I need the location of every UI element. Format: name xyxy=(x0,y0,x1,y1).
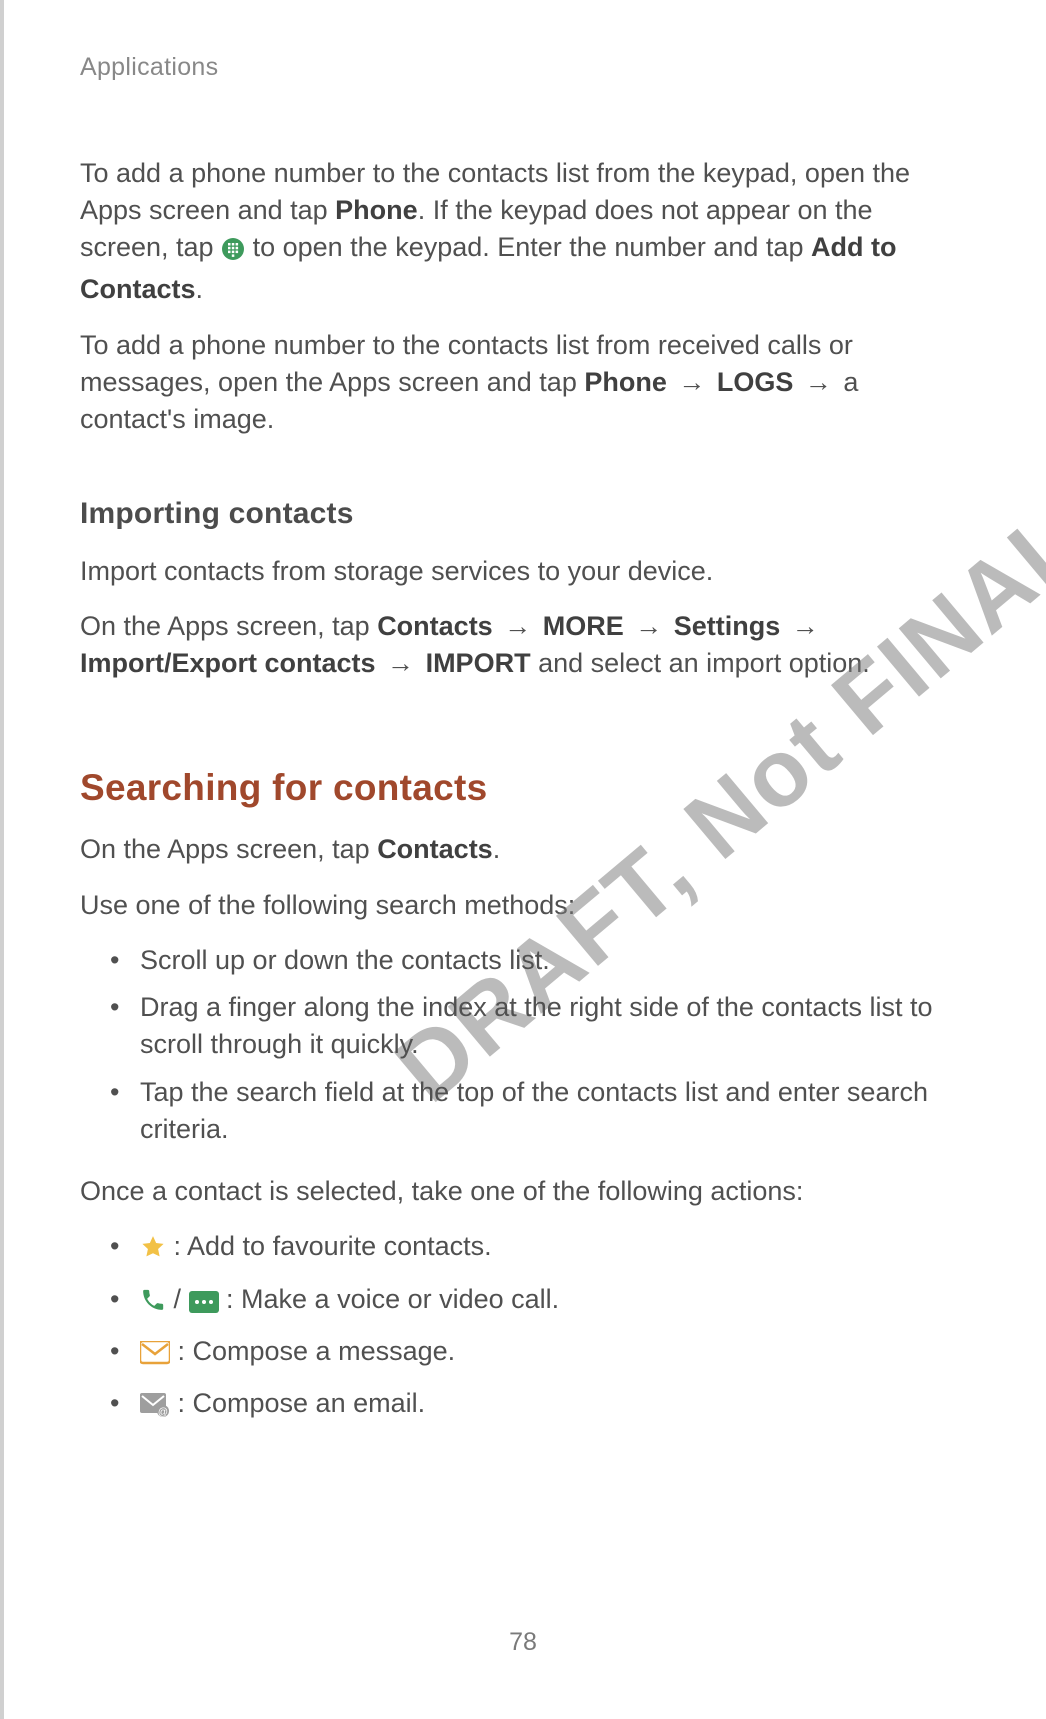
bold-settings: Settings xyxy=(674,611,781,641)
page-header: Applications xyxy=(80,50,966,85)
paragraph-actions-intro: Once a contact is selected, take one of … xyxy=(80,1173,966,1210)
video-icon xyxy=(189,1286,219,1323)
list-item: Tap the search field at the top of the c… xyxy=(110,1074,966,1149)
message-icon xyxy=(140,1338,170,1375)
text: and select an import option. xyxy=(531,648,870,678)
list-item: : Add to favourite contacts. xyxy=(110,1228,966,1270)
star-icon xyxy=(140,1233,166,1270)
arrow-icon: → xyxy=(793,367,843,397)
email-icon: @ xyxy=(140,1390,170,1427)
heading-searching-contacts: Searching for contacts xyxy=(80,762,966,813)
contact-actions-list: : Add to favourite contacts. / : Make a … xyxy=(80,1228,966,1427)
text: Drag a finger along the index at the rig… xyxy=(140,992,932,1059)
bold-phone: Phone xyxy=(335,195,418,225)
text: : Compose a message. xyxy=(170,1336,455,1366)
bold-import-export: Import/Export contacts xyxy=(80,648,376,678)
text: . xyxy=(493,834,501,864)
text: / xyxy=(166,1284,189,1314)
list-item: Drag a finger along the index at the rig… xyxy=(110,989,966,1064)
page-number: 78 xyxy=(0,1625,1046,1660)
paragraph-import-steps: On the Apps screen, tap Contacts → MORE … xyxy=(80,608,966,683)
arrow-icon: → xyxy=(493,611,543,641)
text: On the Apps screen, tap xyxy=(80,611,377,641)
list-item: @ : Compose an email. xyxy=(110,1385,966,1427)
bold-contacts: Contacts xyxy=(377,834,493,864)
heading-importing-contacts: Importing contacts xyxy=(80,493,966,534)
list-item: Scroll up or down the contacts list. xyxy=(110,942,966,979)
page-left-border xyxy=(0,0,4,1719)
paragraph-import-intro: Import contacts from storage services to… xyxy=(80,553,966,590)
search-methods-list: Scroll up or down the contacts list. Dra… xyxy=(80,942,966,1148)
list-item: / : Make a voice or video call. xyxy=(110,1281,966,1323)
text: Tap the search field at the top of the c… xyxy=(140,1077,928,1144)
text: . xyxy=(196,274,204,304)
text: : Compose an email. xyxy=(170,1388,425,1418)
text: On the Apps screen, tap xyxy=(80,834,377,864)
bold-more: MORE xyxy=(543,611,624,641)
paragraph-search-methods-intro: Use one of the following search methods: xyxy=(80,887,966,924)
paragraph-search-open: On the Apps screen, tap Contacts. xyxy=(80,831,966,868)
paragraph-add-from-keypad: To add a phone number to the contacts li… xyxy=(80,155,966,309)
arrow-icon: → xyxy=(376,648,426,678)
list-item: : Compose a message. xyxy=(110,1333,966,1375)
text: Scroll up or down the contacts list. xyxy=(140,945,550,975)
text: to open the keypad. Enter the number and… xyxy=(245,232,811,262)
document-page: Applications DRAFT, Not FINAL To add a p… xyxy=(0,0,1046,1719)
arrow-icon: → xyxy=(780,611,823,641)
phone-icon xyxy=(140,1286,166,1323)
paragraph-add-from-logs: To add a phone number to the contacts li… xyxy=(80,327,966,439)
svg-text:@: @ xyxy=(158,1407,168,1417)
keypad-icon xyxy=(221,234,245,271)
bold-contacts: Contacts xyxy=(377,611,493,641)
bold-phone: Phone xyxy=(584,367,667,397)
text: : Add to favourite contacts. xyxy=(166,1231,492,1261)
arrow-icon: → xyxy=(624,611,674,641)
text: : Make a voice or video call. xyxy=(219,1284,560,1314)
arrow-icon: → xyxy=(667,367,717,397)
bold-logs: LOGS xyxy=(717,367,794,397)
bold-import: IMPORT xyxy=(426,648,531,678)
